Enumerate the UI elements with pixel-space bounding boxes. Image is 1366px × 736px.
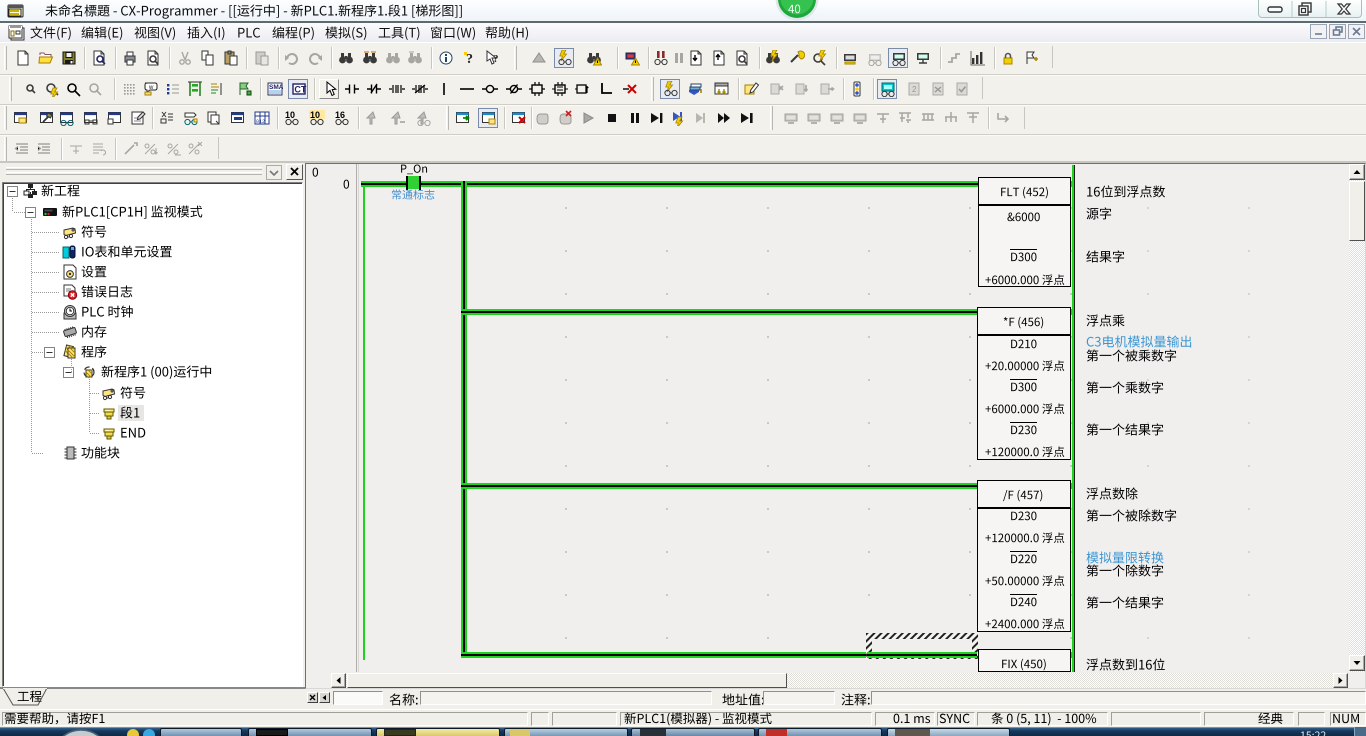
svg-text:w: w — [148, 85, 154, 91]
svg-text:10: 10 — [285, 110, 295, 120]
svg-text:CT: CT — [294, 85, 306, 95]
svg-text:?: ? — [466, 52, 473, 66]
svg-text:16: 16 — [335, 110, 345, 120]
svg-text:012: 012 — [256, 119, 265, 125]
svg-text:?: ? — [493, 53, 499, 65]
svg-text:2: 2 — [912, 85, 917, 94]
svg-text:10: 10 — [310, 110, 320, 120]
svg-text:SMA: SMA — [269, 84, 283, 91]
